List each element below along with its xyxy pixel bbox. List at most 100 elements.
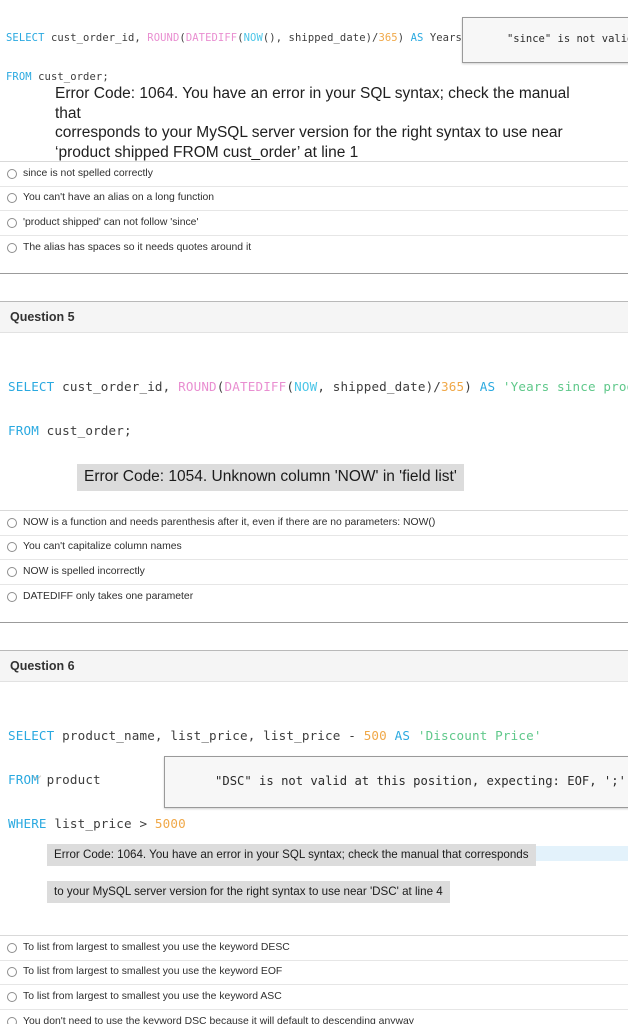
error-table-name: cust_order <box>223 143 297 162</box>
option-row[interactable]: To list from largest to smallest you use… <box>0 936 628 961</box>
code-line: WHERE list_price > 5000 <box>8 816 628 832</box>
code-line: FROM cust_order; <box>6 71 603 84</box>
code-token: cust_order_id, <box>44 32 148 44</box>
error-line-1: Error Code: 1064. You have an error in y… <box>55 85 570 122</box>
question-4-error-message: Error Code: 1064. You have an error in y… <box>55 84 595 162</box>
tooltip-text: "DSC" is not valid at this position, exp… <box>215 774 626 788</box>
question-4-divider <box>0 273 628 274</box>
question-6-title: Question 6 <box>10 659 75 673</box>
error-line-3-post: ’ at line 1 <box>296 143 359 161</box>
option-row[interactable]: You can't capitalize column names <box>0 536 628 561</box>
code-token: NOW <box>243 32 263 44</box>
option-row[interactable]: DATEDIFF only takes one parameter <box>0 585 628 610</box>
code-token: AS <box>410 32 424 44</box>
question-5-header: Question 5 <box>0 301 628 333</box>
radio-icon[interactable] <box>7 168 17 179</box>
error-line-3: ‘product shipped FROM cust_order’ at lin… <box>55 143 595 163</box>
radio-icon[interactable] <box>7 967 17 978</box>
question-4-options: since is not spelled correctly You can't… <box>0 161 628 260</box>
option-label: The alias has spaces so it needs quotes … <box>23 242 252 254</box>
syntax-error-tooltip: "since" is not valid at th <box>462 17 628 63</box>
option-label: DATEDIFF only takes one parameter <box>23 591 194 603</box>
radio-icon[interactable] <box>7 243 17 254</box>
question-5-title: Question 5 <box>10 310 75 324</box>
code-token: ( <box>286 379 295 395</box>
code-token: ROUND <box>178 379 217 395</box>
option-label: 'product shipped' can not follow 'since' <box>23 216 199 228</box>
code-line-2-spans: FROM product <box>8 772 101 787</box>
radio-icon[interactable] <box>7 991 17 1002</box>
option-row[interactable]: You can't have an alias on a long functi… <box>0 187 628 212</box>
question-5-error-message: Error Code: 1054. Unknown column 'NOW' i… <box>77 464 464 491</box>
code-line: SELECT cust_order_id, ROUND(DATEDIFF(NOW… <box>8 379 628 395</box>
code-token: 500 <box>363 728 387 744</box>
code-token: 'Discount Price' <box>410 728 542 744</box>
code-token: AS <box>394 728 411 744</box>
code-token: product_name, list_price, list_price - <box>54 728 364 744</box>
option-row[interactable]: To list from largest to smallest you use… <box>0 985 628 1010</box>
option-label: To list from largest to smallest you use… <box>23 966 283 978</box>
code-token: FROM <box>8 422 39 438</box>
question-5-code[interactable]: SELECT cust_order_id, ROUND(DATEDIFF(NOW… <box>8 351 628 468</box>
tooltip-text: "since" is not valid at th <box>506 33 628 45</box>
option-label: You can't capitalize column names <box>23 541 182 553</box>
code-token: cust_order_id, <box>54 379 179 395</box>
radio-icon[interactable] <box>7 592 17 603</box>
syntax-error-tooltip: "DSC" is not valid at this position, exp… <box>164 756 628 808</box>
option-label: NOW is a function and needs parenthesis … <box>23 516 436 528</box>
code-token: FROM <box>6 71 32 83</box>
question-5-options: NOW is a function and needs parenthesis … <box>0 510 628 609</box>
option-row[interactable]: You don't need to use the keyword DSC be… <box>0 1010 628 1024</box>
code-token: 'Years since product shipped <box>502 379 628 395</box>
error-line-3-pre: ‘product shipped FROM <box>55 143 223 161</box>
code-token: cust_order; <box>31 71 109 83</box>
code-line-1-spans: SELECT cust_order_id, ROUND(DATEDIFF(NOW… <box>8 379 628 394</box>
radio-icon[interactable] <box>7 1017 17 1024</box>
code-line: SELECT product_name, list_price, list_pr… <box>8 728 628 744</box>
option-label: To list from largest to smallest you use… <box>23 990 282 1002</box>
quiz-page: SELECT cust_order_id, ROUND(DATEDIFF(NOW… <box>0 0 628 1024</box>
option-row[interactable]: To list from largest to smallest you use… <box>0 961 628 986</box>
option-row[interactable]: The alias has spaces so it needs quotes … <box>0 236 628 261</box>
code-line: FROM cust_order; <box>8 423 628 439</box>
code-token: 365 <box>441 379 465 395</box>
option-row[interactable]: NOW is spelled incorrectly <box>0 560 628 585</box>
code-line-2-spans: FROM cust_order; <box>8 423 132 438</box>
code-token: SELECT <box>6 32 45 44</box>
code-line-1-spans: SELECT product_name, list_price, list_pr… <box>8 728 542 743</box>
code-line-3-spans: WHERE list_price > 5000 <box>8 816 186 831</box>
option-label: You don't need to use the keyword DSC be… <box>23 1016 414 1024</box>
error-line-2: corresponds to your MySQL server version… <box>55 124 563 141</box>
code-token: SELECT <box>8 379 55 395</box>
question-6-header: Question 6 <box>0 650 628 682</box>
question-6-options: To list from largest to smallest you use… <box>0 935 628 1024</box>
radio-icon[interactable] <box>7 193 17 204</box>
question-5-divider <box>0 622 628 623</box>
code-token: NOW <box>294 379 318 395</box>
error-text: Error Code: 1054. Unknown column 'NOW' i… <box>77 464 464 491</box>
radio-icon[interactable] <box>7 566 17 577</box>
radio-icon[interactable] <box>7 542 17 553</box>
option-label: since is not spelled correctly <box>23 167 153 179</box>
code-token: ROUND <box>147 32 180 44</box>
code-token: AS <box>479 379 496 395</box>
code-token: DATEDIFF <box>224 379 287 395</box>
option-row[interactable]: 'product shipped' can not follow 'since' <box>0 211 628 236</box>
code-token: list_price > <box>46 815 155 831</box>
option-row[interactable]: since is not spelled correctly <box>0 162 628 187</box>
error-line-2: to your MySQL server version for the rig… <box>47 881 450 903</box>
radio-icon[interactable] <box>7 942 17 953</box>
question-6-error-message: Error Code: 1064. You have an error in y… <box>47 844 536 866</box>
code-line-2-spans: FROM cust_order; <box>6 71 109 83</box>
option-row[interactable]: NOW is a function and needs parenthesis … <box>0 511 628 536</box>
radio-icon[interactable] <box>7 517 17 528</box>
error-line-1: Error Code: 1064. You have an error in y… <box>47 844 536 866</box>
code-token: ) <box>397 32 411 44</box>
question-6-error-message-2: to your MySQL server version for the rig… <box>47 881 450 903</box>
code-token: product <box>38 771 101 787</box>
option-label: You can't have an alias on a long functi… <box>23 192 215 204</box>
radio-icon[interactable] <box>7 217 17 228</box>
code-token: DATEDIFF <box>185 32 238 44</box>
code-token: cust_order; <box>38 422 132 438</box>
